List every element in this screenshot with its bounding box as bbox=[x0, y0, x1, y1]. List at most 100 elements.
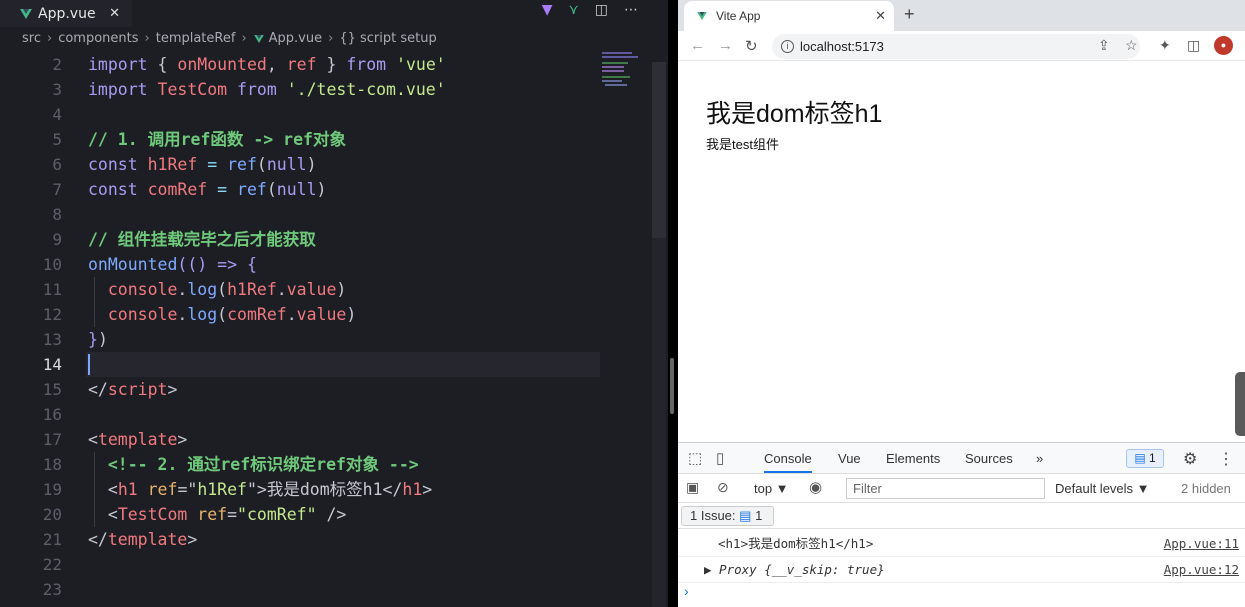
profile-avatar[interactable]: ● bbox=[1214, 36, 1233, 55]
code-line[interactable]: 16 bbox=[0, 402, 640, 427]
forward-icon[interactable]: → bbox=[718, 37, 733, 54]
sidebar-toggle-icon[interactable]: ▣ bbox=[686, 479, 699, 496]
browser-window: Vite App ✕ + ← → ↻ i localhost:5173 ⇪ ☆ … bbox=[678, 0, 1245, 607]
page-scrollbar-thumb[interactable] bbox=[1235, 372, 1245, 436]
code-line[interactable]: 20 <TestCom ref="comRef" /> bbox=[0, 502, 640, 527]
code-line[interactable]: 22 bbox=[0, 552, 640, 577]
tab-sources[interactable]: Sources bbox=[965, 451, 1013, 466]
code-line[interactable]: 5 // 1. 调用ref函数 -> ref对象 bbox=[0, 127, 640, 152]
tab-vue[interactable]: Vue bbox=[838, 451, 861, 466]
line-code: <template> bbox=[88, 430, 188, 449]
line-number: 18 bbox=[42, 455, 62, 474]
console-prompt[interactable]: › bbox=[684, 583, 689, 599]
code-line[interactable]: 13}) bbox=[0, 327, 640, 352]
bookmark-star-icon[interactable]: ☆ bbox=[1125, 37, 1138, 54]
close-icon[interactable]: ✕ bbox=[109, 6, 120, 21]
code-line[interactable]: 15 </script> bbox=[0, 377, 640, 402]
line-number: 17 bbox=[42, 430, 62, 449]
code-line[interactable]: 21 </template> bbox=[0, 527, 640, 552]
breadcrumb-item[interactable]: templateRef bbox=[156, 31, 236, 46]
issues-chip[interactable]: 1 Issue: ▤ 1 bbox=[681, 506, 774, 526]
code-line[interactable]: 17 <template> bbox=[0, 427, 640, 452]
code-line[interactable]: 7 const comRef = ref(null) bbox=[0, 177, 640, 202]
code-line[interactable]: 4 bbox=[0, 102, 640, 127]
log-levels-dropdown[interactable]: Default levels ▼ bbox=[1055, 481, 1150, 496]
breadcrumb-item[interactable]: App.vue bbox=[269, 31, 322, 46]
code-line[interactable]: 9 // 组件挂载完毕之后才能获取 bbox=[0, 227, 640, 252]
line-code: import { onMounted, ref } from 'vue' bbox=[88, 55, 446, 74]
code-line[interactable]: 19 <h1 ref="h1Ref">我是dom标签h1</h1> bbox=[0, 477, 640, 502]
line-code: // 组件挂载完毕之后才能获取 bbox=[88, 230, 316, 249]
close-icon[interactable]: ✕ bbox=[875, 8, 886, 24]
line-number: 21 bbox=[42, 530, 62, 549]
url-text: localhost:5173 bbox=[800, 39, 884, 54]
line-code: console.log(h1Ref.value) bbox=[107, 280, 347, 299]
breadcrumb-item[interactable]: components bbox=[58, 31, 138, 46]
new-tab-icon[interactable]: + bbox=[904, 4, 915, 25]
url-bar[interactable]: i localhost:5173 bbox=[772, 34, 1140, 59]
site-info-icon[interactable]: i bbox=[781, 40, 794, 53]
log-source-link[interactable]: App.vue:12 bbox=[1164, 557, 1239, 583]
devtools-tab-bar: ⬚ ▯ Console Vue Elements Sources » ▤ 1 ⚙… bbox=[678, 443, 1245, 474]
text-cursor bbox=[88, 354, 90, 375]
editor-tab-app-vue[interactable]: App.vue ✕ bbox=[0, 0, 132, 27]
code-line[interactable]: 10 onMounted(() => { bbox=[0, 252, 640, 277]
vue-preview-icon[interactable]: ⋎ bbox=[569, 2, 579, 18]
code-line[interactable]: 8 bbox=[0, 202, 640, 227]
split-divider[interactable] bbox=[668, 0, 678, 607]
code-line[interactable]: 12 console.log(comRef.value) bbox=[0, 302, 640, 327]
code-area[interactable]: 2 import { onMounted, ref } from 'vue' 3 im… bbox=[0, 52, 640, 602]
code-line[interactable]: 2 import { onMounted, ref } from 'vue' bbox=[0, 52, 640, 77]
line-number: 12 bbox=[42, 305, 62, 324]
code-line[interactable]: 14 bbox=[0, 352, 640, 377]
context-selector[interactable]: top ▼ bbox=[754, 481, 789, 496]
code-line[interactable]: 11 console.log(h1Ref.value) bbox=[0, 277, 640, 302]
tab-console[interactable]: Console bbox=[764, 451, 812, 473]
breadcrumb: src › components › templateRef › App.vue ›{} sc… bbox=[22, 31, 437, 46]
split-drag-handle[interactable] bbox=[670, 358, 674, 414]
vue-devtools-icon[interactable]: ▼ bbox=[542, 2, 553, 18]
back-icon[interactable]: ← bbox=[690, 37, 705, 54]
code-line[interactable]: 23 bbox=[0, 577, 640, 602]
device-toolbar-icon[interactable]: ▯ bbox=[716, 449, 724, 467]
editor-scrollbar-thumb[interactable] bbox=[652, 62, 666, 238]
line-code: console.log(comRef.value) bbox=[107, 305, 357, 324]
line-number: 15 bbox=[42, 380, 62, 399]
log-source-link[interactable]: App.vue:11 bbox=[1164, 531, 1239, 557]
live-expression-eye-icon[interactable]: ◉ bbox=[809, 478, 822, 496]
vue-file-icon bbox=[20, 8, 32, 19]
clear-console-icon[interactable]: ⊘ bbox=[717, 479, 729, 496]
more-options-icon[interactable]: ⋮ bbox=[1218, 449, 1234, 469]
log-message[interactable]: ▶ Proxy {__v_skip: true} bbox=[704, 557, 885, 583]
extensions-icon[interactable]: ✦ bbox=[1159, 37, 1171, 54]
code-editor[interactable]: App.vue ✕ ▼ ⋎ ◫ ⋯ src › components › templat… bbox=[0, 0, 668, 607]
line-code: <TestCom ref="comRef" /> bbox=[88, 505, 347, 524]
minimap[interactable] bbox=[600, 52, 652, 92]
browser-tab-title: Vite App bbox=[716, 9, 761, 23]
browser-tab[interactable]: Vite App ✕ bbox=[684, 1, 894, 31]
settings-gear-icon[interactable]: ⚙ bbox=[1183, 449, 1197, 469]
tab-elements[interactable]: Elements bbox=[886, 451, 940, 466]
page-viewport: 我是dom标签h1 我是test组件 bbox=[678, 62, 1245, 442]
breadcrumb-item[interactable]: {} script setup bbox=[339, 31, 436, 46]
line-number: 6 bbox=[52, 155, 62, 174]
code-line[interactable]: 6 const h1Ref = ref(null) bbox=[0, 152, 640, 177]
log-message[interactable]: <h1>我是dom标签h1</h1> bbox=[718, 531, 873, 557]
share-icon[interactable]: ⇪ bbox=[1098, 37, 1110, 54]
inspect-element-icon[interactable]: ⬚ bbox=[688, 449, 702, 467]
breadcrumb-item[interactable]: src bbox=[22, 31, 41, 46]
line-number: 14 bbox=[42, 355, 62, 374]
issues-badge[interactable]: ▤ 1 bbox=[1126, 449, 1164, 468]
line-number: 5 bbox=[52, 130, 62, 149]
line-number: 9 bbox=[52, 230, 62, 249]
code-line[interactable]: 3 import TestCom from './test-com.vue' bbox=[0, 77, 640, 102]
editor-tab-label: App.vue bbox=[38, 5, 96, 22]
reload-icon[interactable]: ↻ bbox=[745, 37, 758, 55]
more-actions-icon[interactable]: ⋯ bbox=[624, 2, 638, 18]
line-code: }) bbox=[88, 330, 108, 349]
split-editor-icon[interactable]: ◫ bbox=[595, 2, 608, 18]
side-panel-icon[interactable]: ◫ bbox=[1187, 37, 1200, 54]
more-tabs-icon[interactable]: » bbox=[1036, 451, 1043, 466]
console-filter-input[interactable]: Filter bbox=[846, 478, 1045, 499]
code-line[interactable]: 18 <!-- 2. 通过ref标识绑定ref对象 --> bbox=[0, 452, 640, 477]
